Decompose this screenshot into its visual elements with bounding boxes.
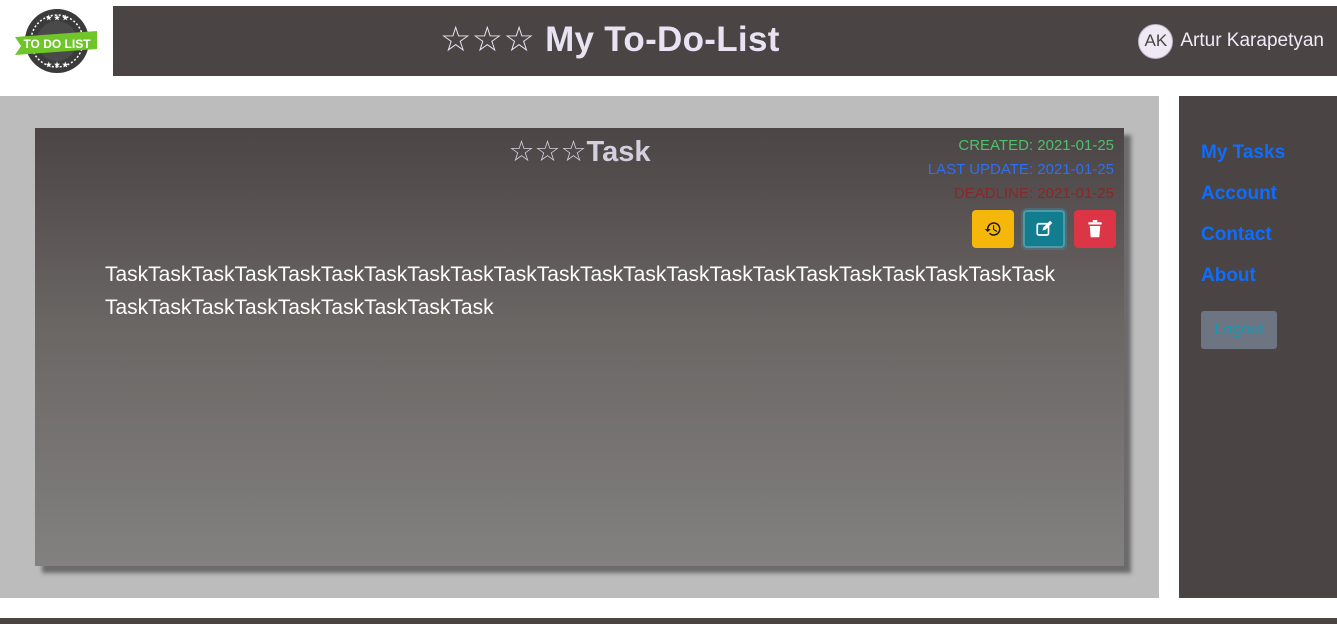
- last-update-date: LAST UPDATE: 2021-01-25: [927, 161, 1114, 178]
- sidebar: My Tasks Account Contact About Logout: [1179, 96, 1337, 598]
- title-stars: ☆☆☆: [440, 20, 536, 59]
- trash-icon: [1088, 220, 1102, 238]
- header: TO DO LIST ★ ★ ★ ★ ★ ★ ☆☆☆ My To-Do-List…: [0, 6, 1337, 76]
- sidebar-item-account[interactable]: Account: [1201, 183, 1285, 206]
- svg-text:★ ★ ★: ★ ★ ★: [46, 14, 69, 22]
- created-date: CREATED: 2021-01-25: [958, 137, 1114, 154]
- sidebar-item-my-tasks[interactable]: My Tasks: [1201, 142, 1285, 165]
- task-description: TaskTaskTaskTaskTaskTaskTaskTaskTaskTask…: [105, 263, 1055, 319]
- delete-button[interactable]: [1074, 210, 1116, 248]
- todo-list-seal-icon: TO DO LIST ★ ★ ★ ★ ★ ★: [15, 9, 97, 73]
- history-icon: [984, 222, 1001, 236]
- footer: [0, 618, 1337, 624]
- deadline-date: DEADLINE: 2021-01-25: [953, 185, 1114, 202]
- content-panel: ☆☆☆Task CREATED: 2021-01-25 LAST UPDATE:…: [0, 96, 1159, 598]
- task-meta: CREATED: 2021-01-25 LAST UPDATE: 2021-01…: [928, 134, 1114, 206]
- task-card: ☆☆☆Task CREATED: 2021-01-25 LAST UPDATE:…: [35, 128, 1124, 566]
- task-actions: [963, 210, 1116, 248]
- sidebar-item-contact[interactable]: Contact: [1201, 224, 1285, 247]
- edit-icon: [1036, 220, 1053, 236]
- title-text: My To-Do-List: [545, 20, 780, 59]
- logo[interactable]: TO DO LIST ★ ★ ★ ★ ★ ★: [0, 6, 113, 76]
- avatar[interactable]: AK: [1138, 23, 1174, 59]
- svg-text:★ ★ ★: ★ ★ ★: [46, 61, 69, 69]
- task-title-text: Task: [586, 136, 651, 168]
- page-title: ☆☆☆ My To-Do-List: [440, 20, 780, 60]
- sidebar-nav: My Tasks Account Contact About: [1201, 142, 1285, 306]
- task-stars[interactable]: ☆☆☆: [509, 136, 587, 168]
- svg-text:TO DO LIST: TO DO LIST: [23, 37, 91, 51]
- edit-button[interactable]: [1023, 210, 1065, 248]
- user-menu[interactable]: AK Artur Karapetyan: [1138, 23, 1324, 59]
- history-button[interactable]: [972, 210, 1014, 248]
- logout-button[interactable]: Logout: [1201, 311, 1277, 349]
- sidebar-item-about[interactable]: About: [1201, 265, 1285, 288]
- user-name[interactable]: Artur Karapetyan: [1180, 30, 1324, 52]
